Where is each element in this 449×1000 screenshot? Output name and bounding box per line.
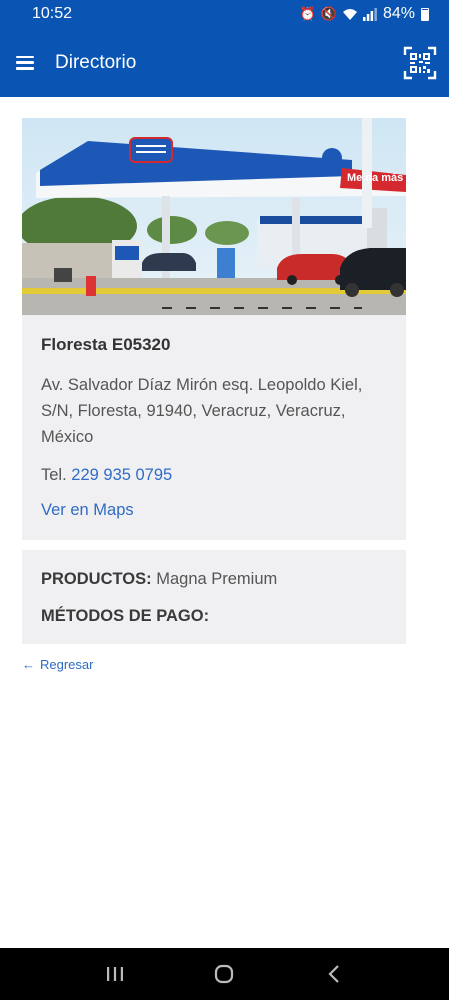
qr-scan-icon[interactable] bbox=[403, 46, 437, 80]
canopy-text: Me da más bbox=[347, 172, 404, 184]
battery-percent: 84% bbox=[382, 5, 415, 22]
station-info-card: Floresta E05320 Av. Salvador Díaz Mirón … bbox=[22, 315, 406, 540]
battery-icon bbox=[421, 7, 429, 21]
recent-apps-icon[interactable] bbox=[95, 954, 135, 994]
phone-link[interactable]: 229 935 0795 bbox=[71, 466, 172, 484]
payment-methods-label: MÉTODOS DE PAGO: bbox=[41, 607, 210, 625]
back-link-label: Regresar bbox=[40, 657, 94, 672]
hamburger-menu-icon[interactable] bbox=[16, 55, 34, 70]
home-icon[interactable] bbox=[204, 954, 244, 994]
station-phone: Tel. 229 935 0795 bbox=[41, 466, 387, 485]
products-line: PRODUCTOS: Magna Premium bbox=[41, 570, 387, 589]
station-details-card: PRODUCTOS: Magna Premium MÉTODOS DE PAGO… bbox=[22, 550, 406, 644]
view-in-maps-link[interactable]: Ver en Maps bbox=[41, 501, 134, 520]
page-title: Directorio bbox=[55, 51, 137, 73]
signal-icon bbox=[362, 7, 377, 21]
wifi-icon bbox=[342, 8, 357, 20]
back-arrow-icon: ← bbox=[22, 657, 35, 672]
system-nav-bar bbox=[0, 948, 449, 1000]
mute-icon: 🔇 bbox=[320, 6, 337, 21]
status-indicators: ⏰ 🔇 84% bbox=[300, 5, 429, 23]
station-detail: Me da más Floresta E05320 Av. Salvador D… bbox=[22, 118, 406, 674]
status-time: 10:52 bbox=[32, 5, 73, 22]
products-value: Magna Premium bbox=[156, 570, 278, 588]
station-photo bbox=[22, 118, 406, 315]
products-label: PRODUCTOS: bbox=[41, 570, 152, 588]
status-bar: 10:52 ⏰ 🔇 84% bbox=[0, 0, 449, 28]
app-bar: Directorio bbox=[0, 28, 449, 97]
back-link[interactable]: ← Regresar bbox=[22, 657, 93, 672]
alarm-icon: ⏰ bbox=[299, 6, 316, 21]
tel-label: Tel. bbox=[41, 466, 67, 484]
station-name: Floresta E05320 bbox=[41, 335, 171, 354]
back-icon[interactable] bbox=[314, 954, 354, 994]
station-address: Av. Salvador Díaz Mirón esq. Leopoldo Ki… bbox=[41, 376, 363, 446]
